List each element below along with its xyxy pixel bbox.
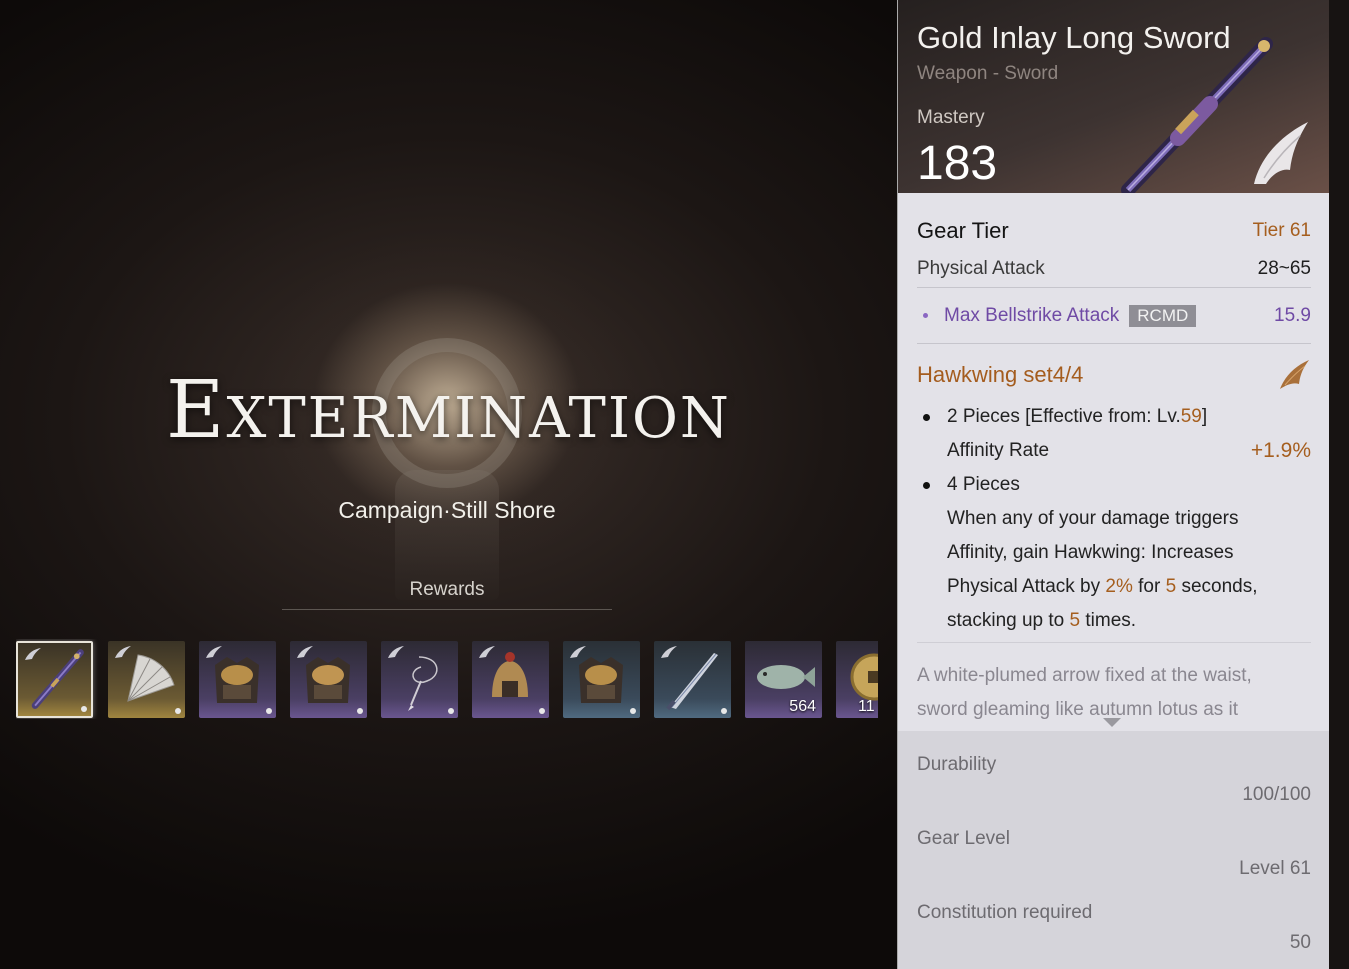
feather-icon	[388, 646, 404, 658]
battle-result-scene: Extermination Campaign·Still Shore Rewar…	[0, 0, 897, 969]
new-indicator-dot	[539, 708, 545, 714]
desc-percent: 2%	[1105, 576, 1133, 597]
new-indicator-dot	[448, 708, 454, 714]
durability-value: 100/100	[1242, 784, 1311, 805]
item-header: Gold Inlay Long Sword Weapon - Sword Mas…	[898, 0, 1330, 193]
reward-slot-rope-dart[interactable]	[381, 641, 458, 718]
affinity-rate-label: Affinity Rate	[947, 440, 1050, 461]
new-indicator-dot	[357, 708, 363, 714]
set-4-desc-line: When any of your damage triggers	[947, 508, 1239, 529]
feather-icon	[570, 646, 586, 658]
set-2-level: 59	[1180, 406, 1202, 427]
reward-slot-chest-armor[interactable]	[199, 641, 276, 718]
gear-tier-row: Gear Tier Tier 61	[917, 212, 1311, 250]
desc-text: for	[1132, 576, 1166, 597]
rewards-label: Rewards	[282, 579, 612, 610]
bonus-stat-value: 15.9	[1274, 304, 1311, 326]
physical-attack-label: Physical Attack	[917, 257, 1045, 279]
desc-text: stacking up to	[947, 610, 1070, 631]
set-2-suffix: ]	[1201, 406, 1208, 427]
hawkwing-set-icon	[1280, 360, 1309, 389]
lore-line: A white-plumed arrow fixed at the waist,	[917, 665, 1252, 686]
bonus-stat-row: Max Bellstrike Attack RCMD 15.9	[917, 288, 1311, 344]
recommended-badge: RCMD	[1129, 304, 1197, 327]
reward-count: 564	[789, 698, 816, 715]
item-requirements: Durability 100/100 Gear Level Level 61 C…	[898, 731, 1330, 969]
reward-slot-long-sword[interactable]	[16, 641, 93, 718]
set-bonus-header: Hawkwing set4/4	[917, 358, 1311, 392]
durability-label: Durability	[917, 754, 997, 775]
feather-icon	[297, 646, 313, 658]
item-name: Gold Inlay Long Sword	[917, 20, 1231, 55]
gear-level-value: Level 61	[1239, 858, 1311, 879]
rewards-list: 564 11	[16, 639, 878, 719]
desc-seconds: 5	[1165, 576, 1177, 597]
mastery-value: 183	[917, 137, 998, 190]
constitution-label: Constitution required	[917, 902, 1093, 923]
item-stats: Gear Tier Tier 61 Physical Attack 28~65 …	[917, 212, 1311, 738]
set-4-desc-line: stacking up to 5 times.	[917, 604, 1311, 638]
reward-slot-chest-armor[interactable]	[290, 641, 367, 718]
feather-icon	[479, 646, 495, 658]
feather-icon	[115, 646, 131, 658]
set-4-desc-line: Physical Attack by 2% for 5 seconds,	[917, 570, 1311, 604]
mastery-label: Mastery	[917, 107, 985, 128]
set-pieces: 2 Pieces [Effective from: Lv.59] Affinit…	[917, 400, 1311, 638]
new-indicator-dot	[266, 708, 272, 714]
gear-tier-value: Tier 61	[1252, 220, 1311, 241]
gear-tier-label: Gear Tier	[917, 218, 1009, 243]
bonus-bullet-icon	[923, 313, 928, 318]
reward-slot-chest-armor[interactable]	[563, 641, 640, 718]
reward-slot-fan[interactable]	[108, 641, 185, 718]
item-type: Weapon - Sword	[917, 63, 1059, 84]
set-2-prefix: 2 Pieces [Effective from: Lv.	[947, 406, 1181, 427]
set-4-desc-line: Affinity, gain Hawkwing: Increases	[947, 542, 1234, 563]
reward-count: 11	[858, 698, 875, 715]
desc-text: times.	[1080, 610, 1137, 631]
set-name: Hawkwing set4/4	[917, 362, 1084, 387]
desc-text: Physical Attack by	[947, 576, 1106, 597]
affinity-rate-row: Affinity Rate +1.9%	[917, 434, 1311, 468]
bonus-stat-label: Max Bellstrike Attack	[944, 304, 1120, 326]
result-title: Extermination	[166, 363, 731, 456]
desc-text: seconds,	[1176, 576, 1258, 597]
desc-stacks: 5	[1069, 610, 1081, 631]
right-edge-strip	[1329, 0, 1349, 969]
gear-level-label: Gear Level	[917, 828, 1010, 849]
feather-icon	[206, 646, 222, 658]
hawkwing-emblem-icon	[1254, 122, 1308, 184]
reward-slot-fish[interactable]: 564	[745, 641, 822, 718]
reward-slot-coin[interactable]: 11	[836, 641, 878, 718]
physical-attack-value: 28~65	[1257, 257, 1311, 279]
feather-icon	[25, 648, 41, 660]
new-indicator-dot	[175, 708, 181, 714]
new-indicator-dot	[721, 708, 727, 714]
physical-attack-row: Physical Attack 28~65	[917, 250, 1311, 288]
affinity-rate-value: +1.9%	[1250, 439, 1311, 462]
set-4-pieces: 4 Pieces	[917, 468, 1311, 502]
item-tooltip-panel: Gold Inlay Long Sword Weapon - Sword Mas…	[897, 0, 1330, 969]
new-indicator-dot	[630, 708, 636, 714]
reward-slot-helmet[interactable]	[472, 641, 549, 718]
campaign-subtitle: Campaign·Still Shore	[338, 497, 556, 523]
new-indicator-dot	[81, 706, 87, 712]
feather-icon	[661, 646, 677, 658]
scroll-down-icon[interactable]	[1103, 718, 1121, 727]
reward-slot-blade[interactable]	[654, 641, 731, 718]
set-2-pieces: 2 Pieces [Effective from: Lv.59]	[917, 400, 1311, 434]
constitution-value: 50	[1289, 932, 1311, 953]
